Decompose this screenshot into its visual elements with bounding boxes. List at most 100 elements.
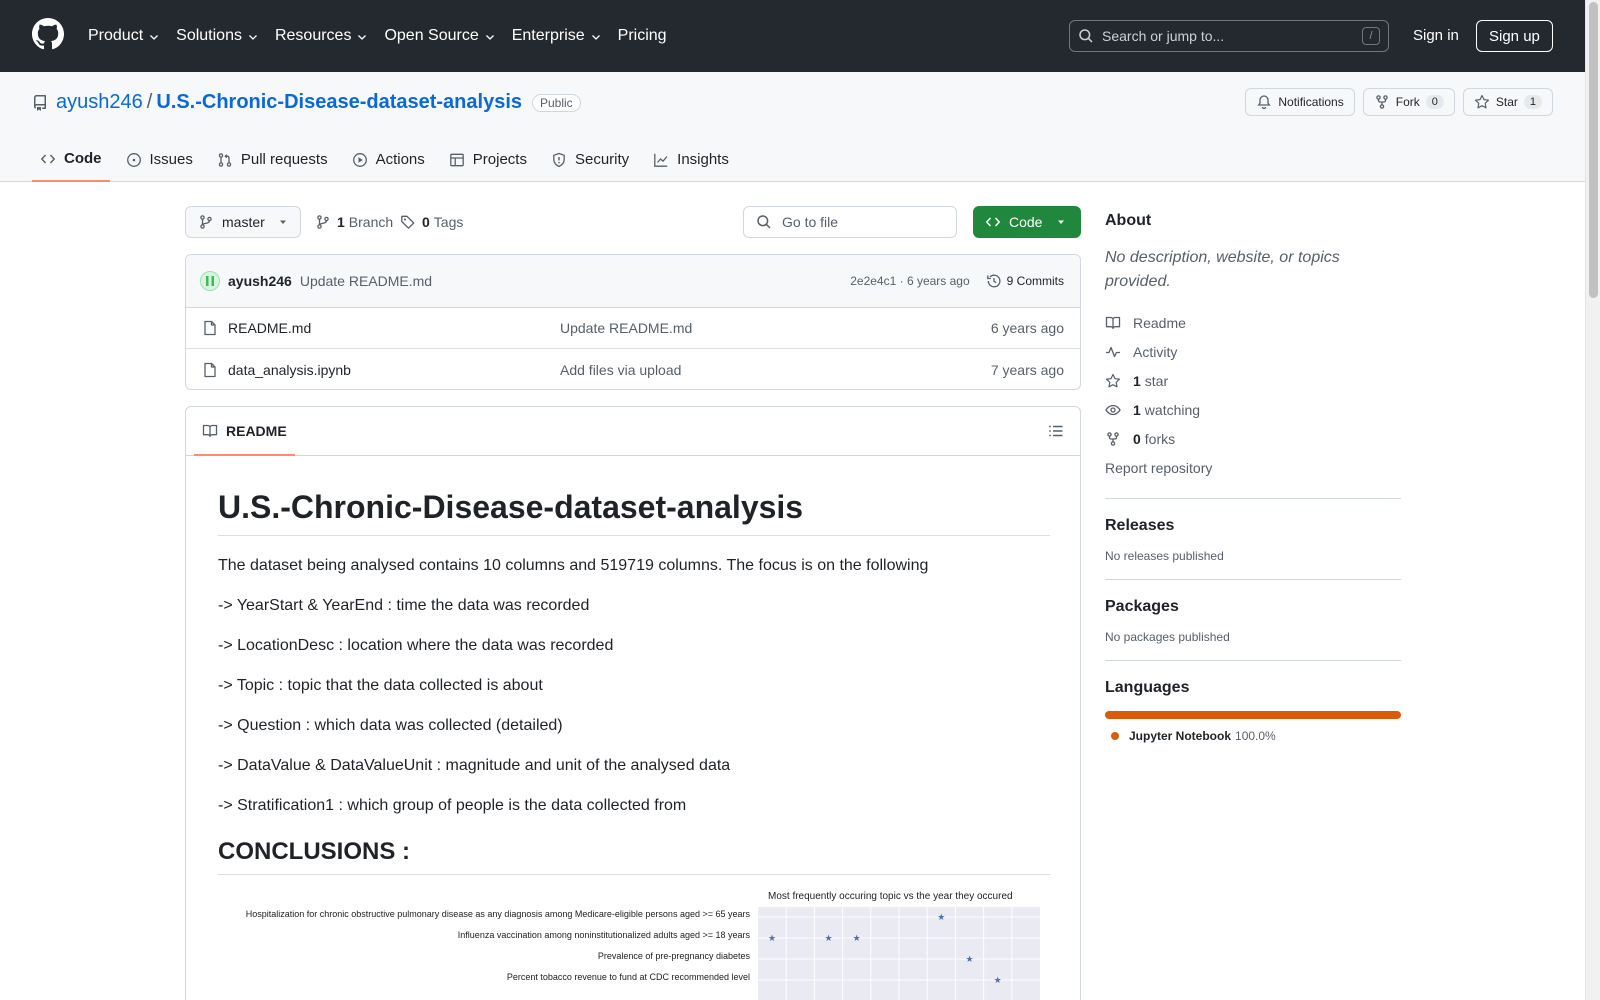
search-icon xyxy=(757,215,771,229)
book-icon xyxy=(1105,316,1121,329)
languages-section: Languages Jupyter Notebook 100.0% xyxy=(1105,660,1401,743)
file-browser: ayush246 Update README.md 2e2e4c1 · 6 ye… xyxy=(185,254,1081,390)
tab-code[interactable]: Code xyxy=(32,137,110,182)
stars-count: 1 xyxy=(1133,372,1141,389)
nav-pricing-label: Pricing xyxy=(617,27,667,44)
repo-name-link[interactable]: U.S.-Chronic-Disease-dataset-analysis xyxy=(156,91,522,114)
file-row[interactable]: data_analysis.ipynb Add files via upload… xyxy=(186,349,1080,389)
fork-button[interactable]: Fork 0 xyxy=(1362,88,1455,116)
latest-commit: ayush246 Update README.md 2e2e4c1 · 6 ye… xyxy=(186,255,1080,308)
star-icon xyxy=(1474,94,1489,109)
commits-count-label: 9 Commits xyxy=(1006,274,1064,288)
readme-tab[interactable]: README xyxy=(194,407,295,456)
branches-link[interactable]: 1 Branch xyxy=(315,206,393,238)
list-icon[interactable] xyxy=(1048,423,1064,439)
stars-label: star xyxy=(1144,372,1169,389)
file-commit-message[interactable]: Add files via upload xyxy=(560,362,991,378)
nav-enterprise[interactable]: Enterprise xyxy=(512,27,602,45)
commits-history-link[interactable]: 9 Commits xyxy=(986,273,1064,289)
readme-paragraph: -> LocationDesc : location where the dat… xyxy=(218,637,614,654)
stars-link[interactable]: 1 star xyxy=(1105,366,1401,395)
fork-label: Fork xyxy=(1395,95,1420,109)
eye-icon xyxy=(1105,404,1121,415)
packages-heading[interactable]: Packages xyxy=(1105,598,1401,616)
tab-actions[interactable]: Actions xyxy=(344,137,433,182)
chart-category-label: Prevalence of pre-pregnancy diabetes xyxy=(597,951,750,961)
notifications-button[interactable]: Notifications xyxy=(1245,88,1355,116)
scrollbar-thumb[interactable] xyxy=(1589,2,1598,298)
tab-insights[interactable]: Insights xyxy=(645,137,737,182)
sign-up-button[interactable]: Sign up xyxy=(1476,20,1553,52)
global-nav: Product Solutions Resources Open Source … xyxy=(88,0,683,72)
tab-security[interactable]: Security xyxy=(543,137,637,182)
file-name[interactable]: data_analysis.ipynb xyxy=(228,362,560,378)
file-name[interactable]: README.md xyxy=(228,320,560,336)
nav-open-source[interactable]: Open Source xyxy=(384,27,495,45)
nav-enterprise-label: Enterprise xyxy=(511,27,585,44)
about-heading: About xyxy=(1105,212,1152,229)
tab-pull-requests-label: Pull requests xyxy=(240,151,328,168)
tab-pull-requests[interactable]: Pull requests xyxy=(209,137,336,182)
readme-paragraph: -> Topic : topic that the data collected… xyxy=(218,677,543,694)
tab-code-label: Code xyxy=(64,150,102,167)
pull-request-icon xyxy=(218,152,232,167)
watchers-link[interactable]: 1 watching xyxy=(1105,395,1401,424)
file-row[interactable]: README.md Update README.md 6 years ago xyxy=(186,308,1080,349)
activity-link[interactable]: Activity xyxy=(1105,337,1401,366)
forks-link[interactable]: 0 forks xyxy=(1105,424,1401,453)
nav-pricing[interactable]: Pricing xyxy=(618,27,667,45)
tab-issues[interactable]: Issues xyxy=(118,137,201,182)
language-name: Jupyter Notebook xyxy=(1129,729,1232,743)
book-icon xyxy=(202,424,218,437)
caret-down-icon xyxy=(280,220,286,224)
readme-paragraph: -> DataValue & DataValueUnit : magnitude… xyxy=(218,757,731,774)
tags-link[interactable]: 0 Tags xyxy=(400,206,463,238)
file-navigation: master 1 Branch 0 Tags Go to file Code xyxy=(185,206,1081,238)
code-button-label: Code xyxy=(1009,214,1043,230)
visibility-badge: Public xyxy=(532,93,581,112)
nav-solutions[interactable]: Solutions xyxy=(176,27,259,45)
avatar[interactable] xyxy=(200,271,220,291)
nav-product[interactable]: Product xyxy=(88,27,160,45)
commit-author[interactable]: ayush246 xyxy=(228,273,292,289)
search-input[interactable]: Search or jump to... / xyxy=(1069,20,1389,52)
tab-projects[interactable]: Projects xyxy=(441,137,535,182)
packages-section: Packages No packages published xyxy=(1105,579,1401,644)
conclusions-heading: CONCLUSIONS : xyxy=(218,838,1050,875)
page-scrollbar[interactable] xyxy=(1585,0,1600,1000)
commit-hash[interactable]: 2e2e4c1 xyxy=(850,274,896,288)
repo-actions: Notifications Fork 0 Star 1 xyxy=(1237,88,1553,116)
readme-header: README xyxy=(186,407,1080,456)
chart-category-label: Hospitalization for chronic obstructive … xyxy=(245,909,750,919)
language-item[interactable]: Jupyter Notebook 100.0% xyxy=(1105,729,1401,743)
nav-open-source-label: Open Source xyxy=(384,27,479,44)
file-commit-message[interactable]: Update README.md xyxy=(560,320,991,336)
language-color-dot xyxy=(1111,732,1119,740)
releases-heading[interactable]: Releases xyxy=(1105,517,1401,535)
chart-point: ★ xyxy=(965,954,973,964)
repo-icon xyxy=(34,94,46,111)
github-logo-icon[interactable] xyxy=(32,18,64,50)
report-repository-link[interactable]: Report repository xyxy=(1105,453,1401,482)
issue-icon xyxy=(126,152,141,167)
identicon-icon xyxy=(206,276,214,286)
branch-count: 1 xyxy=(337,214,345,230)
sign-in-link[interactable]: Sign in xyxy=(1413,27,1459,44)
go-to-file-placeholder: Go to file xyxy=(782,214,839,230)
readme-paragraph: -> Question : which data was collected (… xyxy=(218,717,563,734)
commit-message[interactable]: Update README.md xyxy=(300,273,850,289)
graph-icon xyxy=(654,153,668,167)
go-to-file-input[interactable]: Go to file xyxy=(743,206,957,238)
code-icon xyxy=(985,217,1001,227)
nav-resources[interactable]: Resources xyxy=(275,27,368,45)
code-dropdown-button[interactable]: Code xyxy=(973,206,1081,238)
branch-selector[interactable]: master xyxy=(185,206,301,238)
star-button[interactable]: Star 1 xyxy=(1462,88,1553,116)
releases-section: Releases No releases published xyxy=(1105,498,1401,563)
tab-security-label: Security xyxy=(574,151,630,168)
readme-paragraph: -> YearStart & YearEnd : time the data w… xyxy=(218,597,590,614)
tab-actions-label: Actions xyxy=(375,151,425,168)
repo-owner-link[interactable]: ayush246 xyxy=(56,91,143,114)
readme-link[interactable]: Readme xyxy=(1105,308,1401,337)
nav-solutions-label: Solutions xyxy=(176,27,242,44)
